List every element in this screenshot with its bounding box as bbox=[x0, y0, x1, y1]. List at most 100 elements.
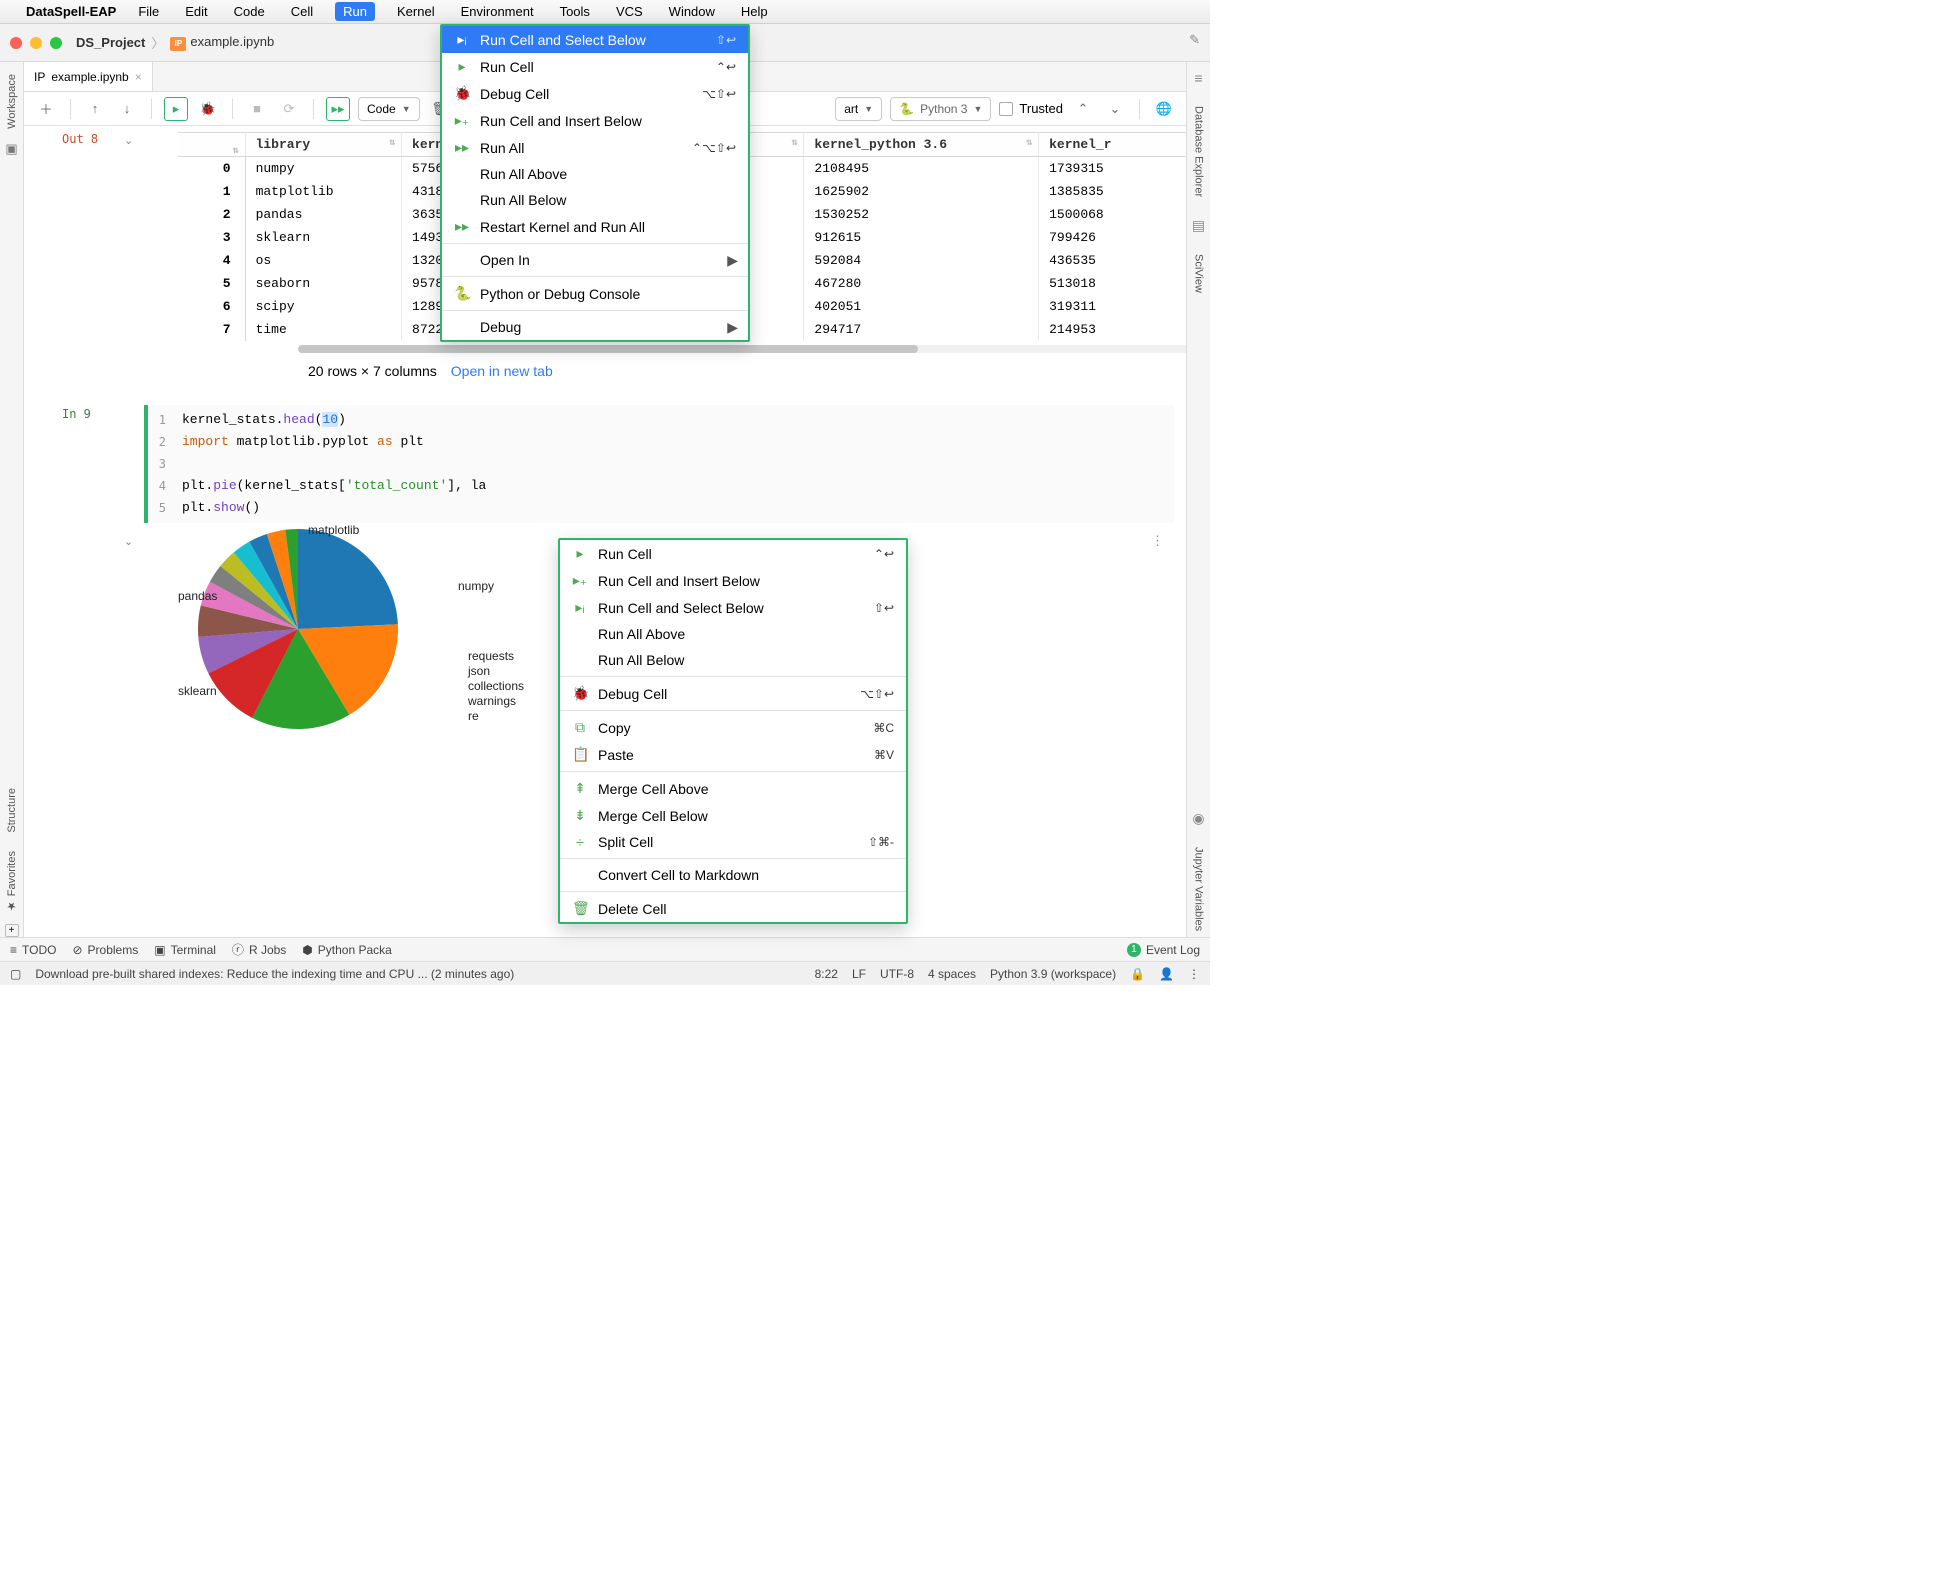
tab-close-icon[interactable]: × bbox=[135, 70, 142, 84]
cell-more-icon[interactable]: ⋮ bbox=[1151, 533, 1166, 549]
menu-edit[interactable]: Edit bbox=[181, 2, 211, 21]
sciview-icon[interactable]: ▤ bbox=[1192, 217, 1205, 234]
sidebar-sciview[interactable]: SciView bbox=[1193, 248, 1205, 299]
menu-item[interactable]: Run All Below bbox=[442, 187, 748, 213]
menu-cell[interactable]: Cell bbox=[287, 2, 317, 21]
open-in-new-tab-link[interactable]: Open in new tab bbox=[451, 363, 553, 379]
col-library[interactable]: library bbox=[245, 133, 401, 157]
move-down-button[interactable]: ↓ bbox=[115, 97, 139, 121]
close-window-button[interactable] bbox=[10, 37, 22, 49]
status-interpreter[interactable]: Python 3.9 (workspace) bbox=[990, 967, 1116, 981]
breadcrumb-project[interactable]: DS_Project bbox=[76, 35, 145, 50]
sidebar-workspace[interactable]: Workspace bbox=[6, 68, 18, 135]
breadcrumb[interactable]: DS_Project 〉 IPexample.ipynb bbox=[76, 33, 274, 52]
menu-window[interactable]: Window bbox=[665, 2, 719, 21]
debug-cell-button[interactable]: 🐞 bbox=[196, 97, 220, 121]
menu-code[interactable]: Code bbox=[230, 2, 269, 21]
run-cell-button[interactable]: ▸ bbox=[164, 97, 188, 121]
menu-item[interactable]: 🐍Python or Debug Console bbox=[442, 280, 748, 307]
input-cell-9[interactable]: In 9 12345 kernel_stats.head(10) import … bbox=[24, 405, 1186, 523]
menu-item[interactable]: 🐞Debug Cell⌥⇧↩ bbox=[560, 680, 906, 707]
status-indent[interactable]: 4 spaces bbox=[928, 967, 976, 981]
menu-item[interactable]: Run All Above bbox=[560, 621, 906, 647]
menu-item[interactable]: ▸₊Run Cell and Insert Below bbox=[442, 107, 748, 134]
menu-item[interactable]: ⧉Copy⌘C bbox=[560, 714, 906, 741]
run-all-button[interactable]: ▸▸ bbox=[326, 97, 350, 121]
status-reader-icon[interactable]: 👤 bbox=[1159, 967, 1174, 981]
status-position[interactable]: 8:22 bbox=[815, 967, 838, 981]
restart-button[interactable]: ⟳ bbox=[277, 97, 301, 121]
add-cell-button[interactable]: ＋ bbox=[34, 97, 58, 121]
table-scrollbar[interactable] bbox=[298, 345, 1186, 353]
menu-item[interactable]: ▸Run Cell⌃↩ bbox=[560, 540, 906, 567]
status-message[interactable]: Download pre-built shared indexes: Reduc… bbox=[35, 967, 514, 981]
status-encoding[interactable]: UTF-8 bbox=[880, 967, 914, 981]
tool-eventlog[interactable]: 1 Event Log bbox=[1127, 943, 1200, 957]
status-icon[interactable]: ▢ bbox=[10, 967, 21, 981]
output-collapse-icon[interactable]: ⌄ bbox=[124, 134, 133, 147]
zoom-window-button[interactable] bbox=[50, 37, 62, 49]
python-select[interactable]: 🐍 Python 3▼ bbox=[890, 97, 991, 121]
move-up-button[interactable]: ↑ bbox=[83, 97, 107, 121]
cell-type-select[interactable]: Code▼ bbox=[358, 97, 420, 121]
breadcrumb-file[interactable]: IPexample.ipynb bbox=[170, 34, 274, 51]
menu-item[interactable]: ⇟Merge Cell Below bbox=[560, 802, 906, 829]
menu-tools[interactable]: Tools bbox=[556, 2, 594, 21]
menu-item[interactable]: ⇞Merge Cell Above bbox=[560, 775, 906, 802]
menu-vcs[interactable]: VCS bbox=[612, 2, 647, 21]
trusted-checkbox[interactable]: Trusted bbox=[999, 101, 1063, 116]
edit-title-icon[interactable]: ✎ bbox=[1189, 32, 1200, 48]
stop-button[interactable]: ■ bbox=[245, 97, 269, 121]
database-icon[interactable]: ≡ bbox=[1194, 70, 1202, 86]
menu-item[interactable]: Run All Below bbox=[560, 647, 906, 673]
menu-item[interactable]: ▸₊Run Cell and Insert Below bbox=[560, 567, 906, 594]
folder-icon[interactable]: ▣ bbox=[5, 141, 17, 157]
tool-rjobs[interactable]: ⓡ R Jobs bbox=[232, 941, 286, 958]
menu-help[interactable]: Help bbox=[737, 2, 772, 21]
sidebar-database-explorer[interactable]: Database Explorer bbox=[1193, 100, 1205, 203]
menu-kernel[interactable]: Kernel bbox=[393, 2, 439, 21]
menu-item[interactable]: Open In▶ bbox=[442, 247, 748, 273]
cell-context-menu[interactable]: ▸Run Cell⌃↩▸₊Run Cell and Insert Below▸ᵢ… bbox=[558, 538, 908, 924]
menu-item[interactable]: ▸Run Cell⌃↩ bbox=[442, 53, 748, 80]
browser-icon[interactable]: 🌐 bbox=[1152, 97, 1176, 121]
tab-example[interactable]: IP example.ipynb × bbox=[24, 62, 153, 91]
sidebar-favorites[interactable]: ★ Favorites bbox=[5, 845, 18, 918]
expand-up-button[interactable]: ⌃ bbox=[1071, 97, 1095, 121]
expand-down-button[interactable]: ⌄ bbox=[1103, 97, 1127, 121]
menu-file[interactable]: File bbox=[134, 2, 163, 21]
menu-item[interactable]: 📋Paste⌘V bbox=[560, 741, 906, 768]
minimize-window-button[interactable] bbox=[30, 37, 42, 49]
menu-item[interactable]: ▸ᵢRun Cell and Select Below⇧↩ bbox=[442, 26, 748, 53]
col-py36[interactable]: kernel_python 3.6 bbox=[804, 133, 1039, 157]
code-editor[interactable]: kernel_stats.head(10) import matplotlib.… bbox=[172, 409, 486, 519]
status-lock-icon[interactable]: 🔒 bbox=[1130, 967, 1145, 981]
menu-item[interactable]: ▸ᵢRun Cell and Select Below⇧↩ bbox=[560, 594, 906, 621]
sidebar-structure[interactable]: Structure bbox=[6, 782, 18, 839]
menu-item[interactable]: 🐞Debug Cell⌥⇧↩ bbox=[442, 80, 748, 107]
app-name[interactable]: DataSpell-EAP bbox=[26, 4, 116, 19]
restart-select[interactable]: art▼ bbox=[835, 97, 882, 121]
output-collapse-icon[interactable]: ⌄ bbox=[124, 535, 133, 548]
menu-item[interactable]: 🗑Delete Cell bbox=[560, 895, 906, 922]
status-line-ending[interactable]: LF bbox=[852, 967, 866, 981]
menu-run[interactable]: Run bbox=[335, 2, 375, 21]
menu-item[interactable]: Run All Above bbox=[442, 161, 748, 187]
status-more-icon[interactable]: ⋮ bbox=[1188, 967, 1200, 981]
run-menu-dropdown[interactable]: ▸ᵢRun Cell and Select Below⇧↩▸Run Cell⌃↩… bbox=[440, 24, 750, 342]
tool-problems[interactable]: ⊘ Problems bbox=[72, 943, 138, 957]
tool-python-packages[interactable]: ⬢ Python Packa bbox=[302, 943, 392, 957]
menu-environment[interactable]: Environment bbox=[457, 2, 538, 21]
col-index[interactable] bbox=[178, 133, 245, 157]
sidebar-jupyter-variables[interactable]: Jupyter Variables bbox=[1193, 841, 1205, 937]
jupyter-icon[interactable]: ◉ bbox=[1192, 810, 1204, 827]
col-kernelr[interactable]: kernel_r bbox=[1039, 133, 1186, 157]
menu-item[interactable]: Debug▶ bbox=[442, 314, 748, 340]
menu-item[interactable]: Convert Cell to Markdown bbox=[560, 862, 906, 888]
add-view-button[interactable]: + bbox=[5, 924, 19, 937]
menu-item[interactable]: ▸▸Restart Kernel and Run All bbox=[442, 213, 748, 240]
menu-item[interactable]: ÷Split Cell⇧⌘- bbox=[560, 829, 906, 855]
tool-terminal[interactable]: ▣ Terminal bbox=[154, 943, 216, 957]
tool-todo[interactable]: ≡ TODO bbox=[10, 943, 56, 957]
menu-item[interactable]: ▸▸Run All⌃⌥⇧↩ bbox=[442, 134, 748, 161]
